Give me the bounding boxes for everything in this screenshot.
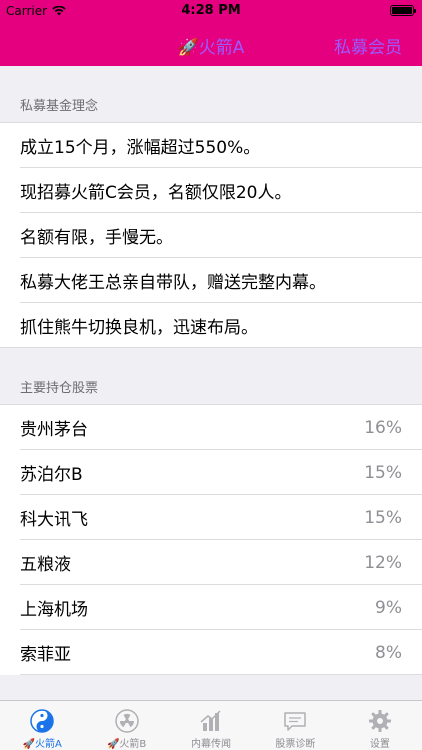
yin-yang-icon [29,708,55,733]
tab-settings[interactable]: 设置 [338,701,422,750]
gear-icon [367,708,393,733]
list-item[interactable]: 现招募火箭C会员，名额仅限20人。 [0,168,422,213]
row-text: 名额有限，手慢无。 [20,228,173,248]
tab-bar: 🚀火箭A 🚀火箭B 内幕传闻 股票诊断 设置 [0,700,422,750]
stock-weight: 9% [375,597,402,618]
stock-weight: 12% [364,552,402,573]
radiation-icon [114,708,140,733]
battery-icon [390,5,416,16]
table-view[interactable]: 私募基金理念 成立15个月，涨幅超过550%。 现招募火箭C会员，名额仅限20人… [0,66,422,700]
philosophy-list: 成立15个月，涨幅超过550%。 现招募火箭C会员，名额仅限20人。 名额有限，… [0,122,422,348]
tab-stock-diagnosis[interactable]: 股票诊断 [253,701,337,750]
bar-chart-icon [198,708,224,733]
stock-name: 苏泊尔B [20,465,83,485]
stock-weight: 15% [364,462,402,483]
tab-label: 🚀火箭B [106,739,147,750]
tab-label: 🚀火箭A [22,739,62,750]
stock-name: 贵州茅台 [20,420,88,440]
holdings-list: 贵州茅台 16% 苏泊尔B 15% 科大讯飞 15% 五粮液 12% 上海机场 9% 索菲… [0,404,422,675]
row-text: 现招募火箭C会员，名额仅限20人。 [20,183,292,203]
clock: 4:28 PM [181,3,241,18]
list-item[interactable]: 抓住熊牛切换良机，迅速布局。 [0,303,422,348]
tab-label: 股票诊断 [275,739,316,750]
stock-weight: 15% [364,507,402,528]
tab-rocket-b[interactable]: 🚀火箭B [84,701,168,750]
stock-weight: 16% [364,417,402,438]
row-text: 成立15个月，涨幅超过550%。 [20,138,261,158]
list-item[interactable]: 成立15个月，涨幅超过550%。 [0,123,422,168]
tab-rocket-a[interactable]: 🚀火箭A [0,701,84,750]
navigation-bar: 🚀火箭A 私募会员 [0,22,422,66]
chat-bubble-icon [282,708,308,733]
stock-name: 科大讯飞 [20,510,88,530]
list-item[interactable]: 私募大佬王总亲自带队，赠送完整内幕。 [0,258,422,303]
tab-label: 设置 [369,739,390,750]
table-row[interactable]: 上海机场 9% [0,585,422,630]
stock-name: 五粮液 [20,555,71,575]
row-text: 抓住熊牛切换良机，迅速布局。 [20,318,258,338]
list-item[interactable]: 名额有限，手慢无。 [0,213,422,258]
stock-name: 索菲亚 [20,645,71,665]
status-bar: Carrier 4:28 PM [0,0,422,22]
stock-name: 上海机场 [20,600,88,620]
section-header-philosophy: 私募基金理念 [20,99,99,114]
section-header-holdings: 主要持仓股票 [20,381,99,396]
table-row[interactable]: 贵州茅台 16% [0,405,422,450]
tab-insider-rumors[interactable]: 内幕传闻 [169,701,253,750]
stock-weight: 8% [375,642,402,663]
table-row[interactable]: 索菲亚 8% [0,630,422,675]
table-row[interactable]: 科大讯飞 15% [0,495,422,540]
table-row[interactable]: 苏泊尔B 15% [0,450,422,495]
table-row[interactable]: 五粮液 12% [0,540,422,585]
row-text: 私募大佬王总亲自带队，赠送完整内幕。 [20,273,326,293]
private-member-button[interactable]: 私募会员 [334,33,402,58]
tab-label: 内幕传闻 [191,739,232,750]
